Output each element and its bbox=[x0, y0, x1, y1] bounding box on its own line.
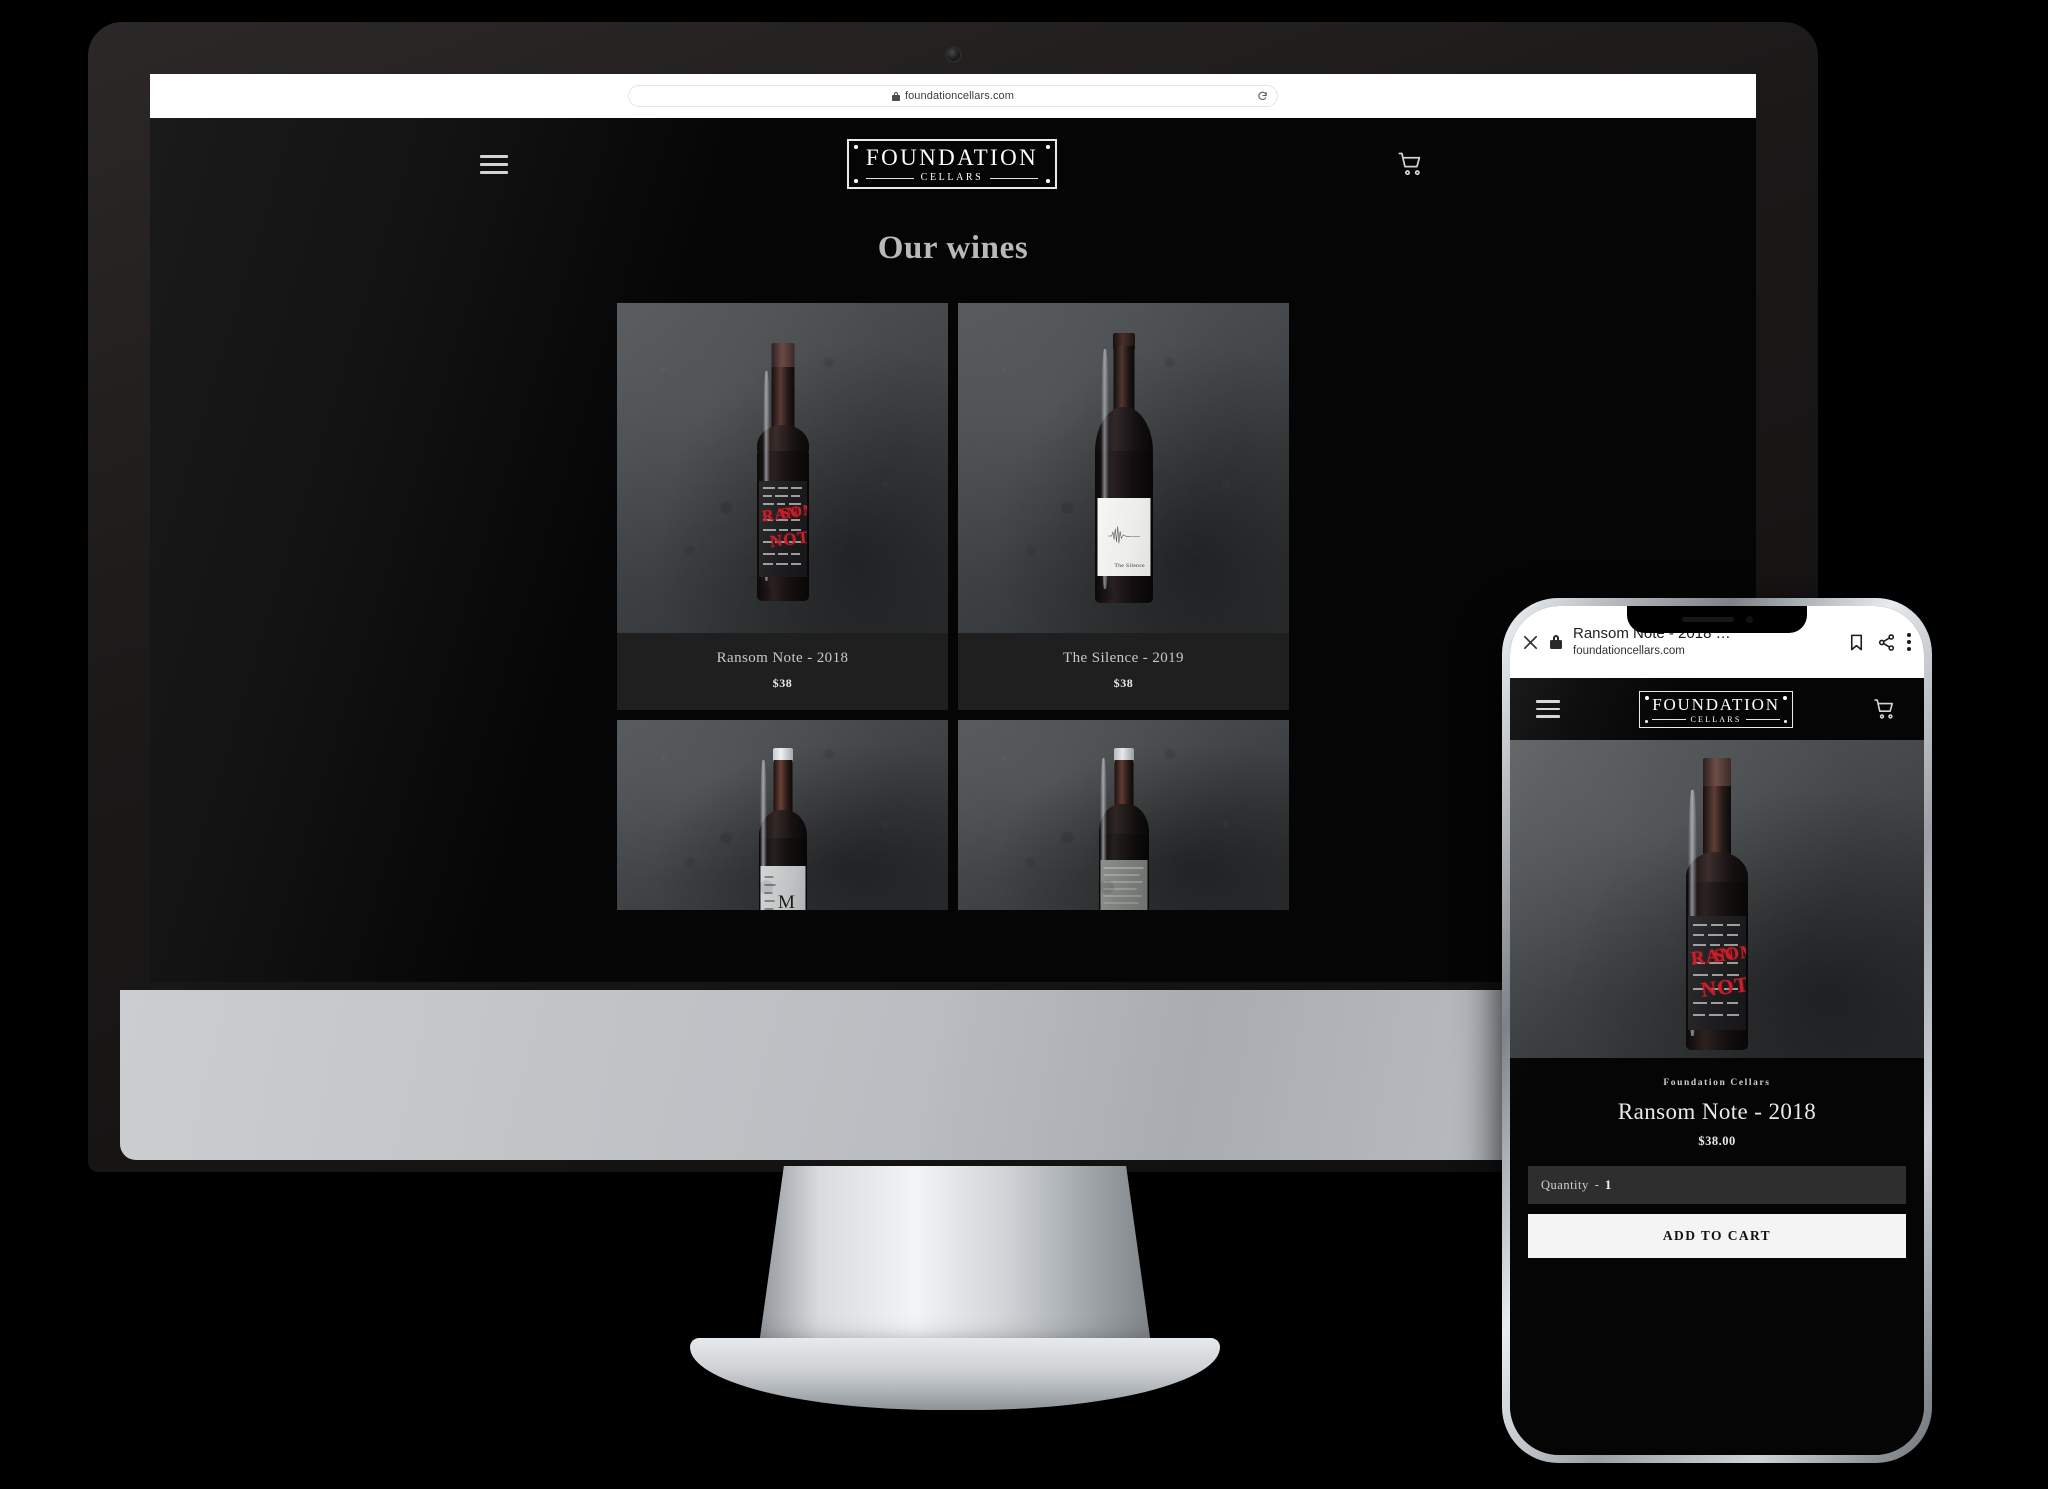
webcam-icon bbox=[947, 48, 960, 61]
page-title: Our wines bbox=[877, 230, 1029, 266]
product-card[interactable]: MM bbox=[617, 720, 948, 910]
lock-icon bbox=[1550, 635, 1562, 649]
mobile-site-header: FOUNDATION CELLARS bbox=[1510, 678, 1924, 740]
logo-wordmark: FOUNDATION bbox=[865, 145, 1039, 170]
product-image-the-silence: The Silence bbox=[958, 303, 1289, 633]
product-image-mm: MM bbox=[617, 720, 948, 910]
add-to-cart-button[interactable]: ADD TO CART bbox=[1528, 1214, 1906, 1258]
close-icon[interactable] bbox=[1522, 634, 1539, 651]
quantity-separator: - bbox=[1594, 1178, 1599, 1192]
logo-rule-left bbox=[865, 177, 914, 179]
logo-rule-right bbox=[1746, 719, 1780, 720]
product-image-ransom-note: RAN SOM NOTE bbox=[617, 303, 948, 633]
logo-wordmark: FOUNDATION bbox=[1652, 694, 1780, 714]
monitor-stand-neck bbox=[756, 1166, 1154, 1366]
product-info: Ransom Note - 2018 $38 bbox=[617, 633, 948, 710]
product-price: $38.00 bbox=[1698, 1134, 1736, 1148]
mobile-product-detail: Foundation Cellars Ransom Note - 2018 $3… bbox=[1510, 1058, 1924, 1258]
logo-rule-left bbox=[1652, 719, 1686, 720]
logo-box: FOUNDATION CELLARS bbox=[1639, 690, 1793, 728]
mobile-website-viewport: FOUNDATION CELLARS RAN SOM NOTE Foundati… bbox=[1510, 678, 1924, 1455]
share-icon[interactable] bbox=[1877, 633, 1896, 652]
quantity-label: Quantity bbox=[1541, 1177, 1589, 1192]
hamburger-menu-icon[interactable] bbox=[480, 154, 508, 174]
reload-icon[interactable] bbox=[1257, 91, 1268, 102]
product-price: $38 bbox=[772, 676, 793, 690]
site-logo[interactable]: FOUNDATION CELLARS bbox=[846, 139, 1058, 189]
url-text: foundationcellars.com bbox=[904, 90, 1015, 102]
mobile-host: foundationcellars.com bbox=[1573, 645, 1685, 658]
product-card[interactable]: Nisi bbox=[958, 720, 1289, 910]
product-card[interactable]: RAN SOM NOTE Ransom Note - 2018 $38 bbox=[617, 303, 948, 710]
logo-rule-right bbox=[990, 177, 1039, 179]
browser-toolbar: foundationcellars.com bbox=[150, 74, 1756, 118]
logo-subtitle: CELLARS bbox=[1690, 714, 1742, 724]
logo-box: FOUNDATION CELLARS bbox=[846, 139, 1058, 189]
address-bar[interactable]: foundationcellars.com bbox=[628, 85, 1278, 107]
site-logo[interactable]: FOUNDATION CELLARS bbox=[1639, 690, 1793, 728]
shopping-cart-icon[interactable] bbox=[1872, 697, 1898, 721]
hamburger-menu-icon[interactable] bbox=[1536, 700, 1560, 718]
product-name: The Silence - 2019 bbox=[1063, 650, 1184, 666]
mockup-stage: foundationcellars.com FOUNDATION CELLARS… bbox=[0, 0, 2048, 1489]
product-name: Ransom Note - 2018 bbox=[1617, 1099, 1817, 1124]
product-name: Ransom Note - 2018 bbox=[716, 650, 849, 666]
logo-subtitle: CELLARS bbox=[920, 172, 984, 183]
phone-notch bbox=[1627, 606, 1807, 633]
logo-subrow: CELLARS bbox=[865, 172, 1039, 183]
monitor-stand-base bbox=[690, 1338, 1220, 1410]
product-grid: RAN SOM NOTE Ransom Note - 2018 $38 The … bbox=[617, 303, 1289, 910]
product-price: $38 bbox=[1113, 676, 1134, 690]
mobile-phone: Ransom Note - 2018 … foundationcellars.c… bbox=[1502, 598, 1932, 1463]
phone-screen: Ransom Note - 2018 … foundationcellars.c… bbox=[1510, 606, 1924, 1455]
shopping-cart-icon[interactable] bbox=[1396, 150, 1426, 178]
quantity-value[interactable]: 1 bbox=[1605, 1177, 1612, 1193]
mobile-product-image-ransom-note: RAN SOM NOTE bbox=[1510, 740, 1924, 1058]
site-header: FOUNDATION CELLARS bbox=[150, 118, 1756, 210]
product-card[interactable]: The Silence The Silence - 2019 $38 bbox=[958, 303, 1289, 710]
bookmark-icon[interactable] bbox=[1847, 633, 1866, 652]
product-info: The Silence - 2019 $38 bbox=[958, 633, 1289, 710]
quantity-field[interactable]: Quantity - 1 bbox=[1528, 1166, 1906, 1204]
product-image-concrete: Nisi bbox=[958, 720, 1289, 910]
product-brand: Foundation Cellars bbox=[1663, 1078, 1771, 1088]
earpiece-speaker-icon bbox=[1681, 617, 1734, 622]
overflow-menu-icon[interactable] bbox=[1907, 633, 1912, 651]
front-camera-icon bbox=[1745, 616, 1753, 623]
logo-subrow: CELLARS bbox=[1652, 714, 1780, 724]
lock-icon bbox=[891, 91, 900, 101]
